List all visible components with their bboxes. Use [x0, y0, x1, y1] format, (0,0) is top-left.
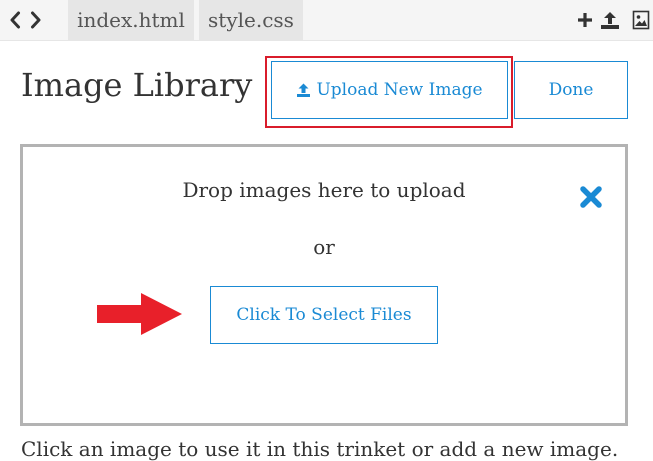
- tab-label: index.html: [77, 8, 185, 32]
- upload-icon[interactable]: [599, 9, 621, 31]
- chevron-right-icon[interactable]: [27, 6, 45, 34]
- done-button-label: Done: [548, 80, 594, 100]
- done-button[interactable]: Done: [514, 61, 628, 119]
- plus-icon[interactable]: [574, 9, 596, 31]
- red-arrow-icon: [95, 292, 185, 340]
- upload-icon: [296, 83, 311, 97]
- upload-button-label: Upload New Image: [316, 80, 483, 100]
- page-title: Image Library: [21, 66, 253, 104]
- dropzone[interactable]: Drop images here to upload or Click To S…: [20, 144, 628, 426]
- drop-instruction: Drop images here to upload: [182, 178, 466, 202]
- image-icon[interactable]: [630, 9, 652, 31]
- tab-style-css[interactable]: style.css: [199, 0, 303, 40]
- tab-index-html[interactable]: index.html: [68, 0, 194, 40]
- close-icon[interactable]: [579, 185, 603, 209]
- chevron-left-icon[interactable]: [6, 6, 24, 34]
- instruction-text: Click an image to use it in this trinket…: [21, 437, 619, 461]
- select-files-button[interactable]: Click To Select Files: [210, 286, 438, 344]
- select-files-label: Click To Select Files: [236, 305, 412, 325]
- tab-label: style.css: [208, 8, 294, 32]
- tab-bar: index.html style.css: [0, 0, 653, 41]
- upload-new-image-button[interactable]: Upload New Image: [271, 61, 508, 119]
- or-separator: or: [313, 235, 335, 259]
